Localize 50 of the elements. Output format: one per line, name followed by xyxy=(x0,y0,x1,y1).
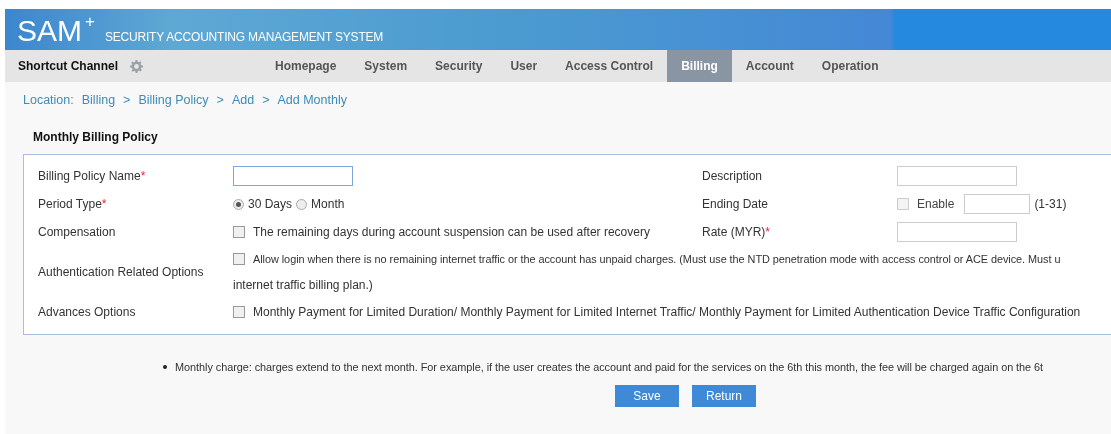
description-field[interactable] xyxy=(897,166,1017,186)
breadcrumb-link[interactable]: Add xyxy=(231,92,255,107)
checkbox-label: The remaining days during account suspension can be used after recovery xyxy=(253,225,650,239)
gear-icon[interactable] xyxy=(130,59,143,73)
breadcrumb-separator: > xyxy=(123,92,131,107)
bullet-icon xyxy=(163,365,167,369)
breadcrumb-link[interactable]: Add Monthly xyxy=(277,92,347,107)
ending-date-field[interactable] xyxy=(964,194,1031,214)
range-hint: (1-31) xyxy=(1034,197,1067,211)
nav-tab[interactable]: Homepage xyxy=(261,50,351,82)
action-button[interactable]: Save xyxy=(615,385,679,407)
radio-button[interactable] xyxy=(296,198,308,210)
app-subtitle: SECURITY ACCOUNTING MANAGEMENT SYSTEM xyxy=(104,30,384,46)
radio-label: 30 Days xyxy=(248,197,293,211)
policy-name-field[interactable] xyxy=(233,166,353,186)
field-label: Advances Options xyxy=(38,305,136,319)
checkbox-label: Allow login when there is no remaining internet traffic or the account has unpaid charges. (Must use the NTD penetration mode with access control or ACE device. Must u xyxy=(253,253,1061,265)
field-label: Authentication Related Options xyxy=(38,265,204,279)
nav-tab[interactable]: Operation xyxy=(807,50,893,82)
breadcrumb-separator: > xyxy=(216,92,224,107)
field-label: Period Type* xyxy=(38,197,107,211)
nav-tab[interactable]: Security xyxy=(421,50,497,82)
breadcrumb-link[interactable]: Billing Policy xyxy=(138,92,209,107)
checkbox[interactable] xyxy=(233,253,245,265)
logo: SAM+ xyxy=(17,12,95,49)
nav-tab[interactable]: Account xyxy=(731,50,808,82)
radio-label: Month xyxy=(311,197,345,211)
checkbox-label: Enable xyxy=(917,197,955,211)
rate-field[interactable] xyxy=(897,222,1017,242)
note-text: Monthly charge: charges extend to the next month. For example, if the user creates the account and paid for the services on the 6th this month, the fee will be charged again on the 6t xyxy=(175,361,1044,373)
checkbox-label-continuation: internet traffic billing plan.) xyxy=(233,278,373,292)
nav-tab[interactable]: User xyxy=(496,50,552,82)
shortcut-label: Shortcut Channel xyxy=(18,59,118,73)
field-label: Description xyxy=(702,169,763,183)
field-label: Rate (MYR)* xyxy=(702,225,770,239)
checkbox-label: Monthly Payment for Limited Duration/ Monthly Payment for Limited Internet Traffic/ Monthly Payment for Limited Authentication Device Traffic Configuration xyxy=(253,305,1081,319)
nav-tab[interactable]: Access Control xyxy=(551,50,668,82)
checkbox[interactable] xyxy=(233,306,245,318)
checkbox[interactable] xyxy=(233,226,245,238)
breadcrumb-separator: > xyxy=(262,92,270,107)
field-label: Ending Date xyxy=(702,197,769,211)
radio-button[interactable] xyxy=(233,198,244,210)
nav-tab[interactable]: Billing xyxy=(667,50,732,82)
location-label: Location: xyxy=(23,92,74,107)
field-label: Compensation xyxy=(38,225,116,239)
nav-tab[interactable]: System xyxy=(350,50,422,82)
field-label: Billing Policy Name* xyxy=(38,169,146,183)
action-button[interactable]: Return xyxy=(692,385,756,407)
section-title: Monthly Billing Policy xyxy=(32,129,159,146)
breadcrumb-link[interactable]: Billing xyxy=(81,92,116,107)
